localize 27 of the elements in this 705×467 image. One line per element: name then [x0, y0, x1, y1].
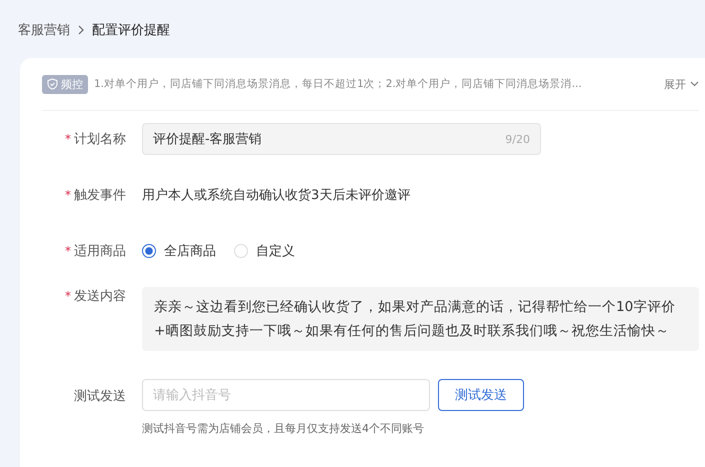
- required-mark: *: [65, 244, 71, 258]
- breadcrumb-item: 配置评价提醒: [92, 22, 170, 39]
- plan-name-field[interactable]: 评价提醒-客服营销 9/20: [142, 123, 541, 155]
- field-label: 适用商品: [74, 243, 126, 260]
- chevron-down-icon: [690, 81, 699, 87]
- field-label: 发送内容: [74, 288, 126, 305]
- chevron-right-icon: [77, 25, 85, 35]
- radio-option[interactable]: 全店商品: [142, 242, 216, 260]
- field-label: 触发事件: [74, 187, 126, 204]
- account-input-field[interactable]: 请输入抖音号: [142, 379, 430, 411]
- required-mark: *: [65, 132, 71, 146]
- breadcrumb-item[interactable]: 客服营销: [18, 21, 70, 39]
- radio-icon[interactable]: [142, 244, 156, 258]
- shield-icon: [47, 78, 58, 90]
- trigger-event-text: 用户本人或系统自动确认收货3天后未评价邀评: [142, 188, 410, 203]
- frequency-badge: 频控: [42, 74, 88, 94]
- test-send-button[interactable]: 测试发送: [438, 379, 524, 411]
- radio-option[interactable]: 自定义: [234, 242, 295, 260]
- char-counter: 9/20: [505, 132, 530, 146]
- field-label: 计划名称: [74, 131, 126, 148]
- required-mark: *: [65, 289, 71, 303]
- expand-link[interactable]: 展开: [664, 76, 699, 92]
- message-content-field[interactable]: 亲亲～这边看到您已经确认收货了，如果对产品满意的话，记得帮忙给一个10字评价+晒图鼓励支持一下哦～如果有任何的售后问题也及时联系我们哦～祝您生活愉快～: [142, 287, 699, 351]
- required-mark: *: [65, 188, 71, 202]
- field-label: 测试发送: [74, 388, 126, 405]
- hint-text: 测试抖音号需为店铺会员，且每月仅支持发送4个不同账号: [142, 421, 425, 436]
- notice-text: 1.对单个用户，同店铺下同消息场景消息，每日不超过1次；2.对单个用户，同店铺下同消息场景消...: [94, 77, 582, 91]
